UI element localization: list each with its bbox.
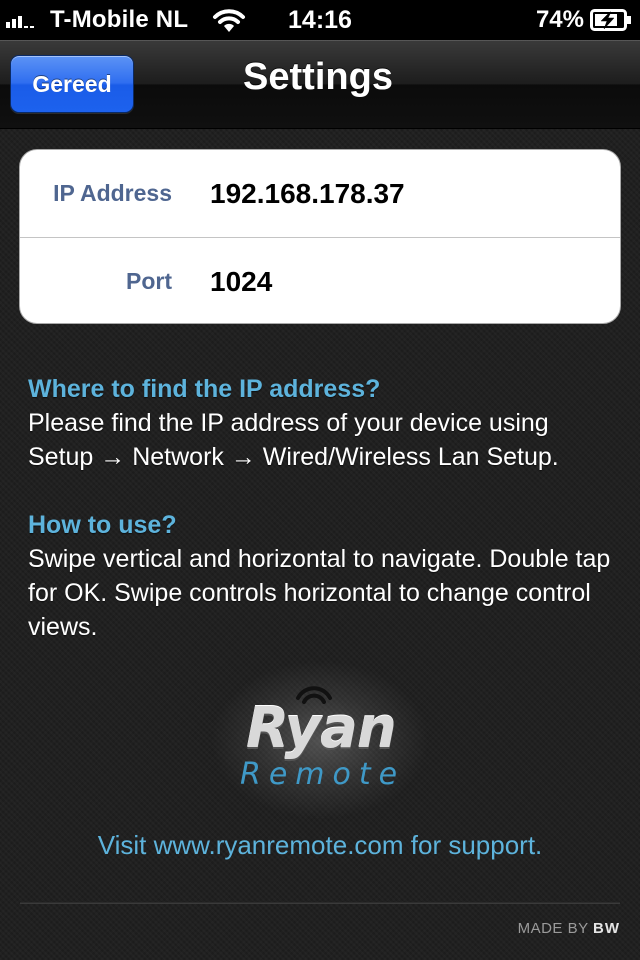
logo-word-remote: Remote [240,757,406,792]
ip-address-field[interactable]: 192.168.178.37 [210,178,600,210]
status-bar: T-Mobile NL 14:16 74% [0,0,640,40]
footer-divider [20,902,620,904]
usage-help-section: How to use? Swipe vertical and horizonta… [28,508,618,644]
ip-help-heading: Where to find the IP address? [28,375,381,403]
ryan-remote-logo: Ryan Remote [200,660,440,820]
port-label: Port [126,268,172,294]
support-link[interactable]: Visit www.ryanremote.com for support. [0,830,640,861]
settings-table: IP Address 192.168.178.37 Port 1024 [19,149,621,324]
logo-word-ryan: Ryan [246,696,397,761]
port-row[interactable]: Port 1024 [20,237,620,323]
navigation-bar: Gereed Settings [0,40,640,129]
battery-charging-icon [590,9,632,38]
made-by-brand: BW [593,920,620,937]
usage-help-text: Swipe vertical and horizontal to navigat… [28,545,611,641]
ip-help-section: Where to find the IP address? Please fin… [28,372,618,474]
made-by-credit: MADE BY BW [518,920,620,937]
usage-help-heading: How to use? [28,511,177,539]
ip-address-row[interactable]: IP Address 192.168.178.37 [20,150,620,237]
page-title: Settings [243,56,393,98]
ip-address-label: IP Address [53,180,172,206]
made-by-label: MADE BY [517,920,589,937]
ip-help-text: Please find the IP address of your devic… [28,409,559,471]
battery-percentage: 74% [535,6,584,33]
port-field[interactable]: 1024 [210,266,600,298]
